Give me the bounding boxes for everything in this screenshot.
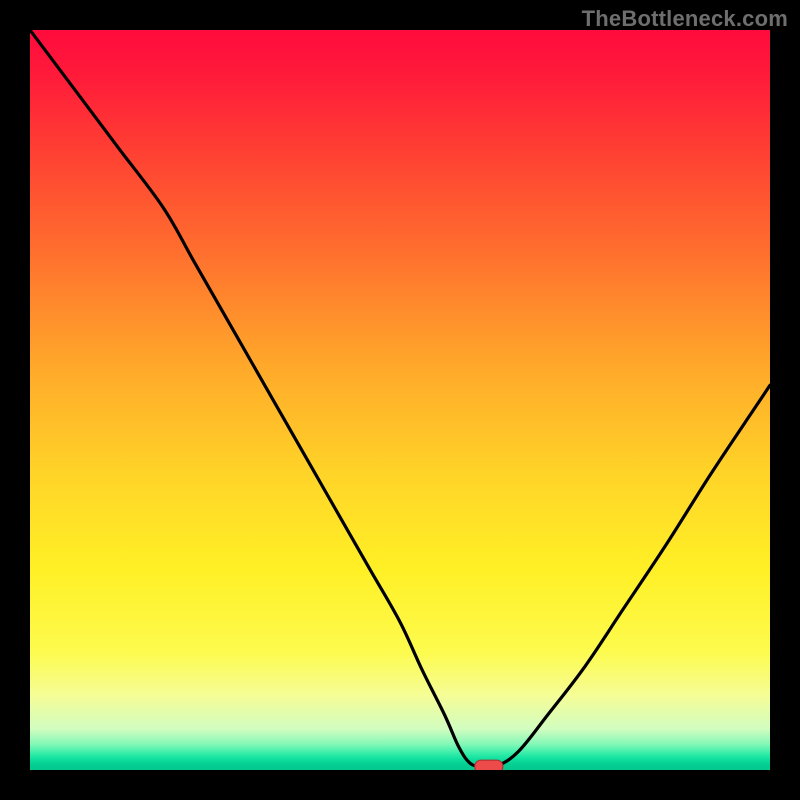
chart-frame: TheBottleneck.com <box>0 0 800 800</box>
bottleneck-curve <box>30 30 770 768</box>
optimum-marker <box>475 760 503 770</box>
plot-area <box>30 30 770 770</box>
watermark-text: TheBottleneck.com <box>582 6 788 32</box>
curve-layer <box>30 30 770 770</box>
